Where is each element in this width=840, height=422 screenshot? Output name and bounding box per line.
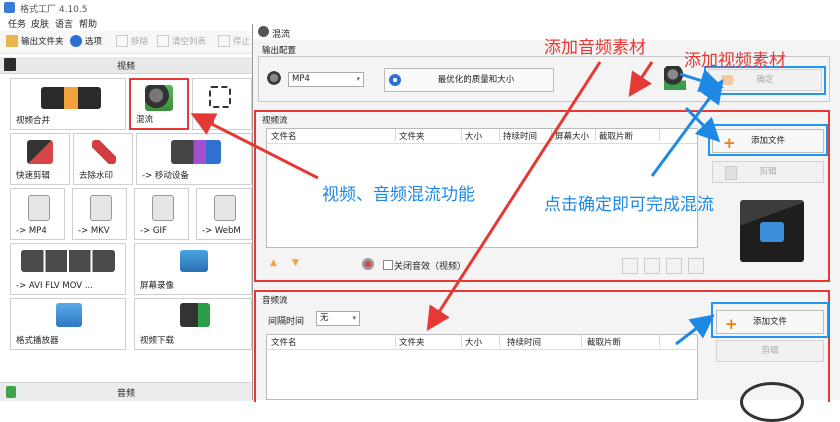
annotation-confirm-done: 点击确定即可完成混流 [544, 195, 714, 215]
arrow-to-audio-area [628, 61, 654, 97]
annotation-add-video: 添加视频素材 [684, 51, 786, 71]
annotation-mix-feature: 视频、音频混流功能 [322, 185, 475, 205]
arrow-to-ok [679, 69, 724, 93]
arrow-to-audio-add [675, 314, 715, 346]
annotation-add-audio: 添加音频素材 [544, 38, 646, 58]
arrow-to-mux-tile [190, 113, 319, 180]
